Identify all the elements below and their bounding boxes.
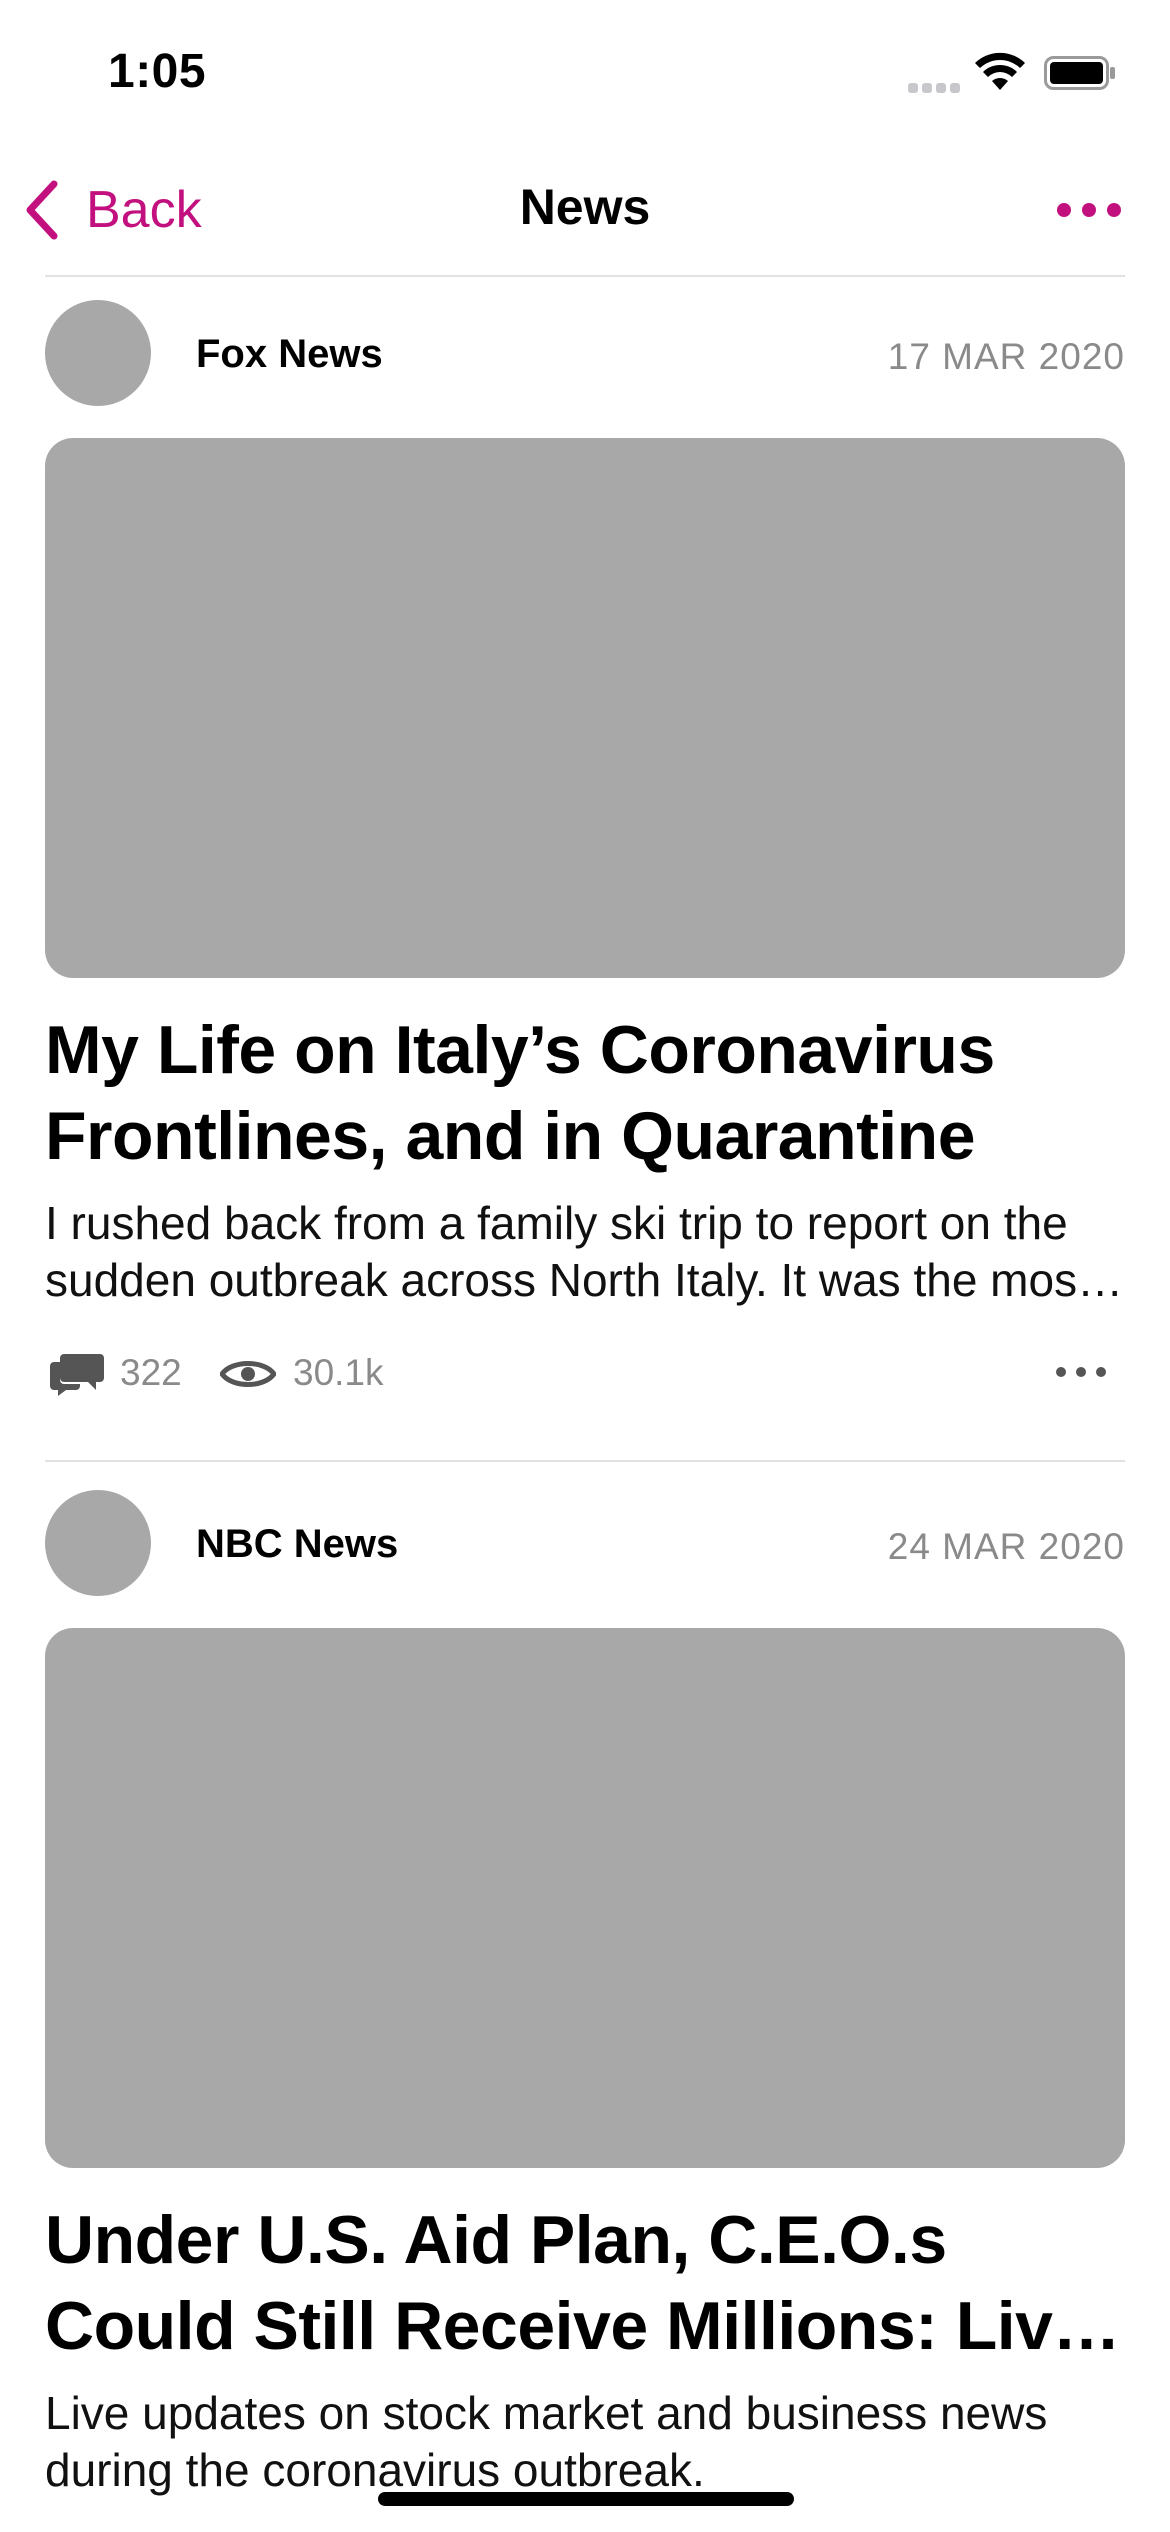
speech-bubbles-icon [50,1354,104,1396]
article-title: Under U.S. Aid Plan, C.E.O.s Could Still… [45,2202,1090,2364]
battery-icon [1044,56,1115,90]
article-stats: 322 30.1k [45,1348,1125,1398]
eye-icon [220,1361,276,1387]
wifi-icon [975,52,1025,90]
nav-divider [45,275,1125,277]
article-date: 24 MAR 2020 [887,1526,1125,1567]
status-bar: 1:05 [0,0,1170,140]
cellular-signal-icon [908,80,964,93]
article-date: 17 MAR 2020 [887,336,1125,377]
comment-count: 322 [120,1352,182,1393]
home-indicator[interactable] [378,2492,794,2506]
ellipsis-icon[interactable] [1055,1364,1107,1380]
source-avatar [45,1490,151,1596]
article-image [45,1628,1125,2168]
view-count: 30.1k [293,1352,384,1393]
article-header: NBC News 24 MAR 2020 [45,1490,1125,1596]
article-image [45,438,1125,978]
source-name: NBC News [196,1522,399,1566]
article-title: My Life on Italy’s Coronavirus Frontline… [45,1012,995,1174]
article-header: Fox News 17 MAR 2020 [45,300,1125,406]
navigation-bar: Back News [0,150,1170,270]
status-time: 1:05 [108,45,207,98]
source-name: Fox News [196,332,383,376]
card-divider [45,1460,1125,1462]
source-avatar [45,300,151,406]
article-summary: Live updates on stock market and busines… [45,2387,1048,2496]
article-summary: I rushed back from a family ski trip to … [45,1197,1090,1306]
more-options-button[interactable] [1054,198,1124,222]
page-title: News [519,179,651,235]
article-card[interactable]: Fox News 17 MAR 2020 My Life on Italy’s … [45,300,1125,1462]
article-card[interactable]: NBC News 24 MAR 2020 Under U.S. Aid Plan… [45,1490,1125,2496]
